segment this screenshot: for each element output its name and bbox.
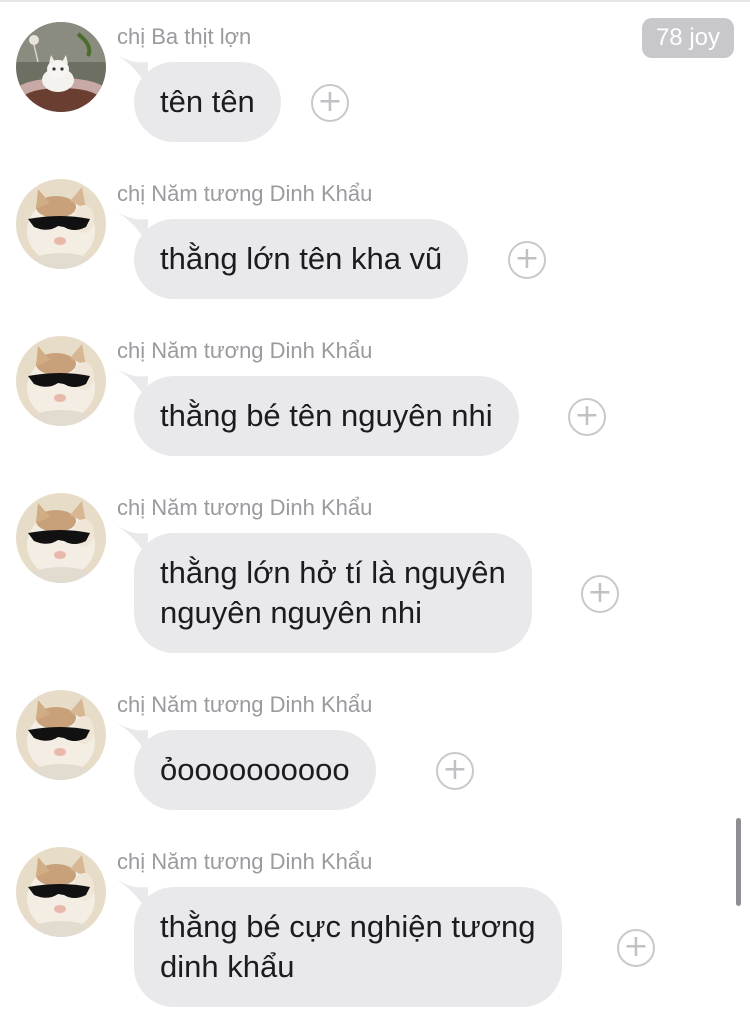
message-text: tên tên — [160, 84, 255, 119]
bubble-tail — [114, 368, 148, 402]
message-bubble[interactable]: thằng bé tên nguyên nhi — [114, 368, 519, 456]
add-reaction-icon[interactable]: + — [311, 84, 349, 122]
sender-name: chị Năm tương Dinh Khẩu — [117, 849, 373, 874]
sender-name: chị Ba thịt lợn — [117, 24, 252, 49]
sender-name: chị Năm tương Dinh Khẩu — [117, 181, 373, 206]
bubble-tail — [114, 211, 148, 245]
sender-name: chị Năm tương Dinh Khẩu — [117, 495, 373, 520]
message-bubble[interactable]: ỏoooooooooo — [114, 722, 376, 810]
add-reaction-icon[interactable]: + — [568, 398, 606, 436]
sunglasses-cat-avatar[interactable] — [16, 493, 106, 583]
message-text: thằng bé tên nguyên nhi — [160, 398, 493, 433]
message-text: ỏoooooooooo — [160, 752, 350, 787]
message-bubble[interactable]: thằng lớn tên kha vũ — [114, 211, 469, 299]
sender-name: chị Năm tương Dinh Khẩu — [117, 692, 373, 717]
message-text-line: thằng lớn hở tí là nguyên — [160, 555, 506, 590]
sunglasses-cat-avatar[interactable] — [16, 179, 106, 269]
sunglasses-cat-avatar[interactable] — [16, 336, 106, 426]
message-text-line: nguyên nguyên nhi — [160, 595, 423, 630]
message-text-line: dinh khẩu — [160, 949, 295, 984]
top-divider — [0, 0, 750, 2]
sunglasses-cat-avatar[interactable] — [16, 690, 106, 780]
add-reaction-icon[interactable]: + — [617, 929, 655, 967]
sender-name: chị Năm tương Dinh Khẩu — [117, 338, 373, 363]
message-text: thằng lớn tên kha vũ — [160, 241, 443, 276]
bubble-tail — [114, 525, 148, 559]
message-bubble[interactable]: thằng lớn hở tí là nguyên nguyên nguyên … — [114, 525, 532, 653]
bubble-tail — [114, 879, 148, 913]
scrollbar-thumb[interactable] — [736, 818, 741, 906]
sunglasses-cat-avatar[interactable] — [16, 847, 106, 937]
add-reaction-icon[interactable]: + — [581, 575, 619, 613]
add-reaction-icon[interactable]: + — [436, 752, 474, 790]
joy-count-badge[interactable]: 78 joy — [641, 18, 734, 58]
bubble-tail — [114, 722, 148, 756]
message-text-line: thằng bé cực nghiện tương — [160, 909, 536, 944]
bubble-tail — [114, 54, 148, 88]
white-cat-avatar[interactable] — [16, 22, 106, 112]
message-bubble[interactable]: tên tên — [114, 54, 281, 142]
message-bubble[interactable]: thằng bé cực nghiện tương dinh khẩu — [114, 879, 562, 1007]
add-reaction-icon[interactable]: + — [508, 241, 546, 279]
